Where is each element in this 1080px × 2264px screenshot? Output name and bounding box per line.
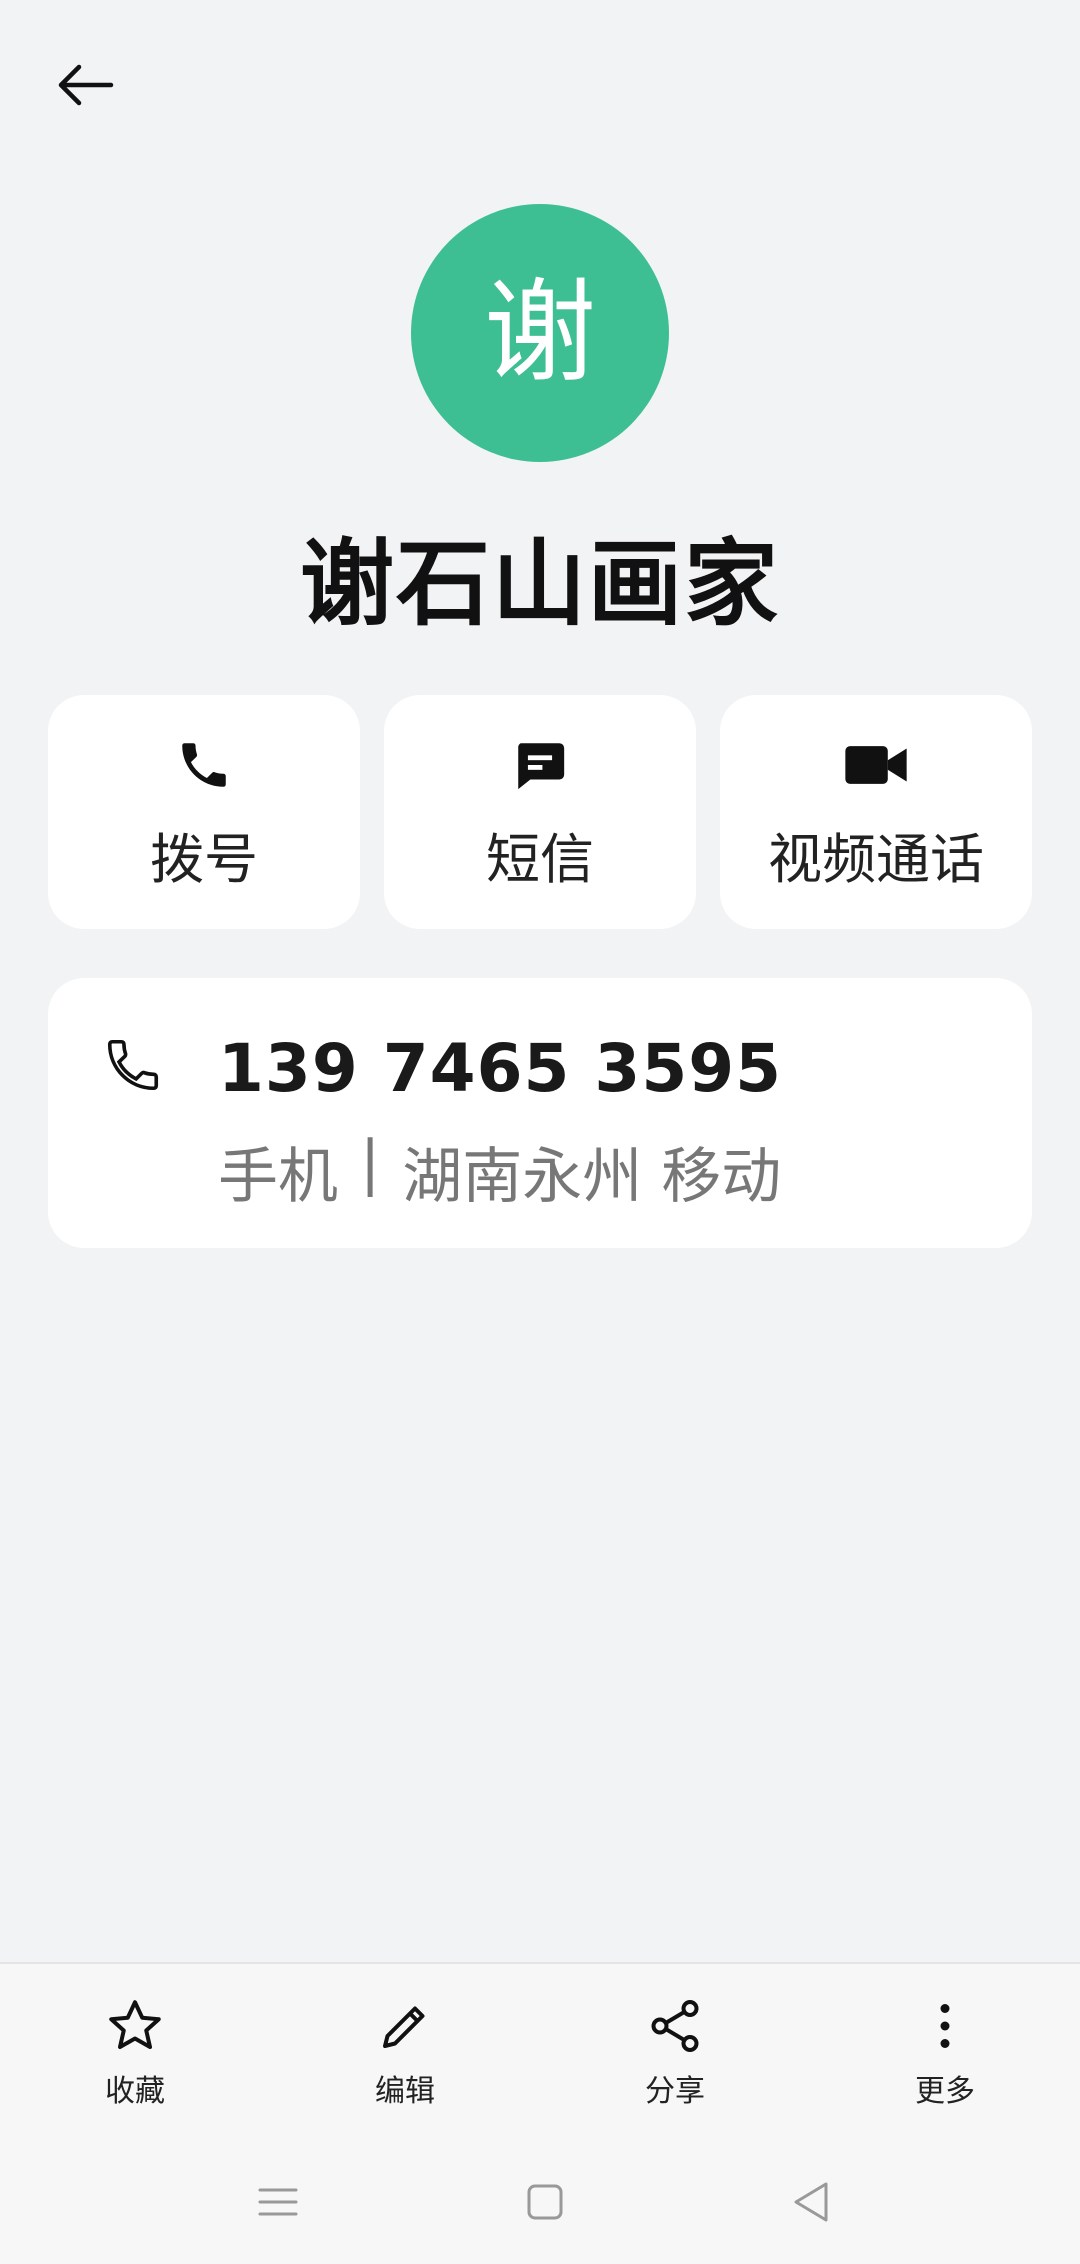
more-vertical-icon [915,1994,975,2058]
menu-button[interactable] [248,2172,308,2232]
dial-button[interactable]: 拨号 [48,695,360,929]
pencil-icon [375,1994,435,2058]
sms-button[interactable]: 短信 [384,695,696,929]
video-call-button[interactable]: 视频通话 [720,695,1032,929]
back-button[interactable] [40,40,130,130]
share-label: 分享 [645,2074,705,2109]
menu-icon [258,2188,298,2216]
phone-number-card[interactable]: 139 7465 3595 手机 | 湖南永州 移动 [48,978,1032,1248]
more-button[interactable]: 更多 [810,1994,1080,2110]
share-icon [645,1994,705,2058]
favorite-button[interactable]: 收藏 [0,1994,270,2110]
phone-meta: 手机 | 湖南永州 移动 [218,1128,781,1215]
dial-label: 拨号 [150,828,258,891]
sms-label: 短信 [486,828,594,891]
back-nav-button[interactable] [780,2172,840,2232]
contact-name: 谢石山画家 [299,530,780,639]
share-button[interactable]: 分享 [540,1994,810,2110]
phone-outline-icon [102,1034,164,1100]
more-label: 更多 [915,2074,975,2109]
home-button[interactable] [515,2172,575,2232]
edit-label: 编辑 [375,2074,435,2109]
edit-button[interactable]: 编辑 [270,1994,540,2110]
avatar: 谢 [411,204,669,462]
star-icon [105,1994,165,2058]
phone-icon [175,735,233,795]
phone-location: 湖南永州 移动 [402,1142,782,1212]
phone-separator: | [360,1128,381,1198]
phone-type: 手机 [218,1142,338,1212]
home-square-icon [527,2184,563,2220]
bottom-toolbar: 收藏 编辑 分享 更多 [0,1962,1080,2264]
back-triangle-icon [794,2182,828,2222]
system-nav-bar [0,2162,1080,2232]
message-icon [511,735,569,795]
phone-number: 139 7465 3595 [218,1030,783,1107]
quick-actions: 拨号 短信 视频通话 [48,695,1032,929]
video-call-label: 视频通话 [768,828,984,891]
arrow-left-icon [58,64,114,106]
favorite-label: 收藏 [105,2074,165,2109]
video-icon [843,735,909,795]
